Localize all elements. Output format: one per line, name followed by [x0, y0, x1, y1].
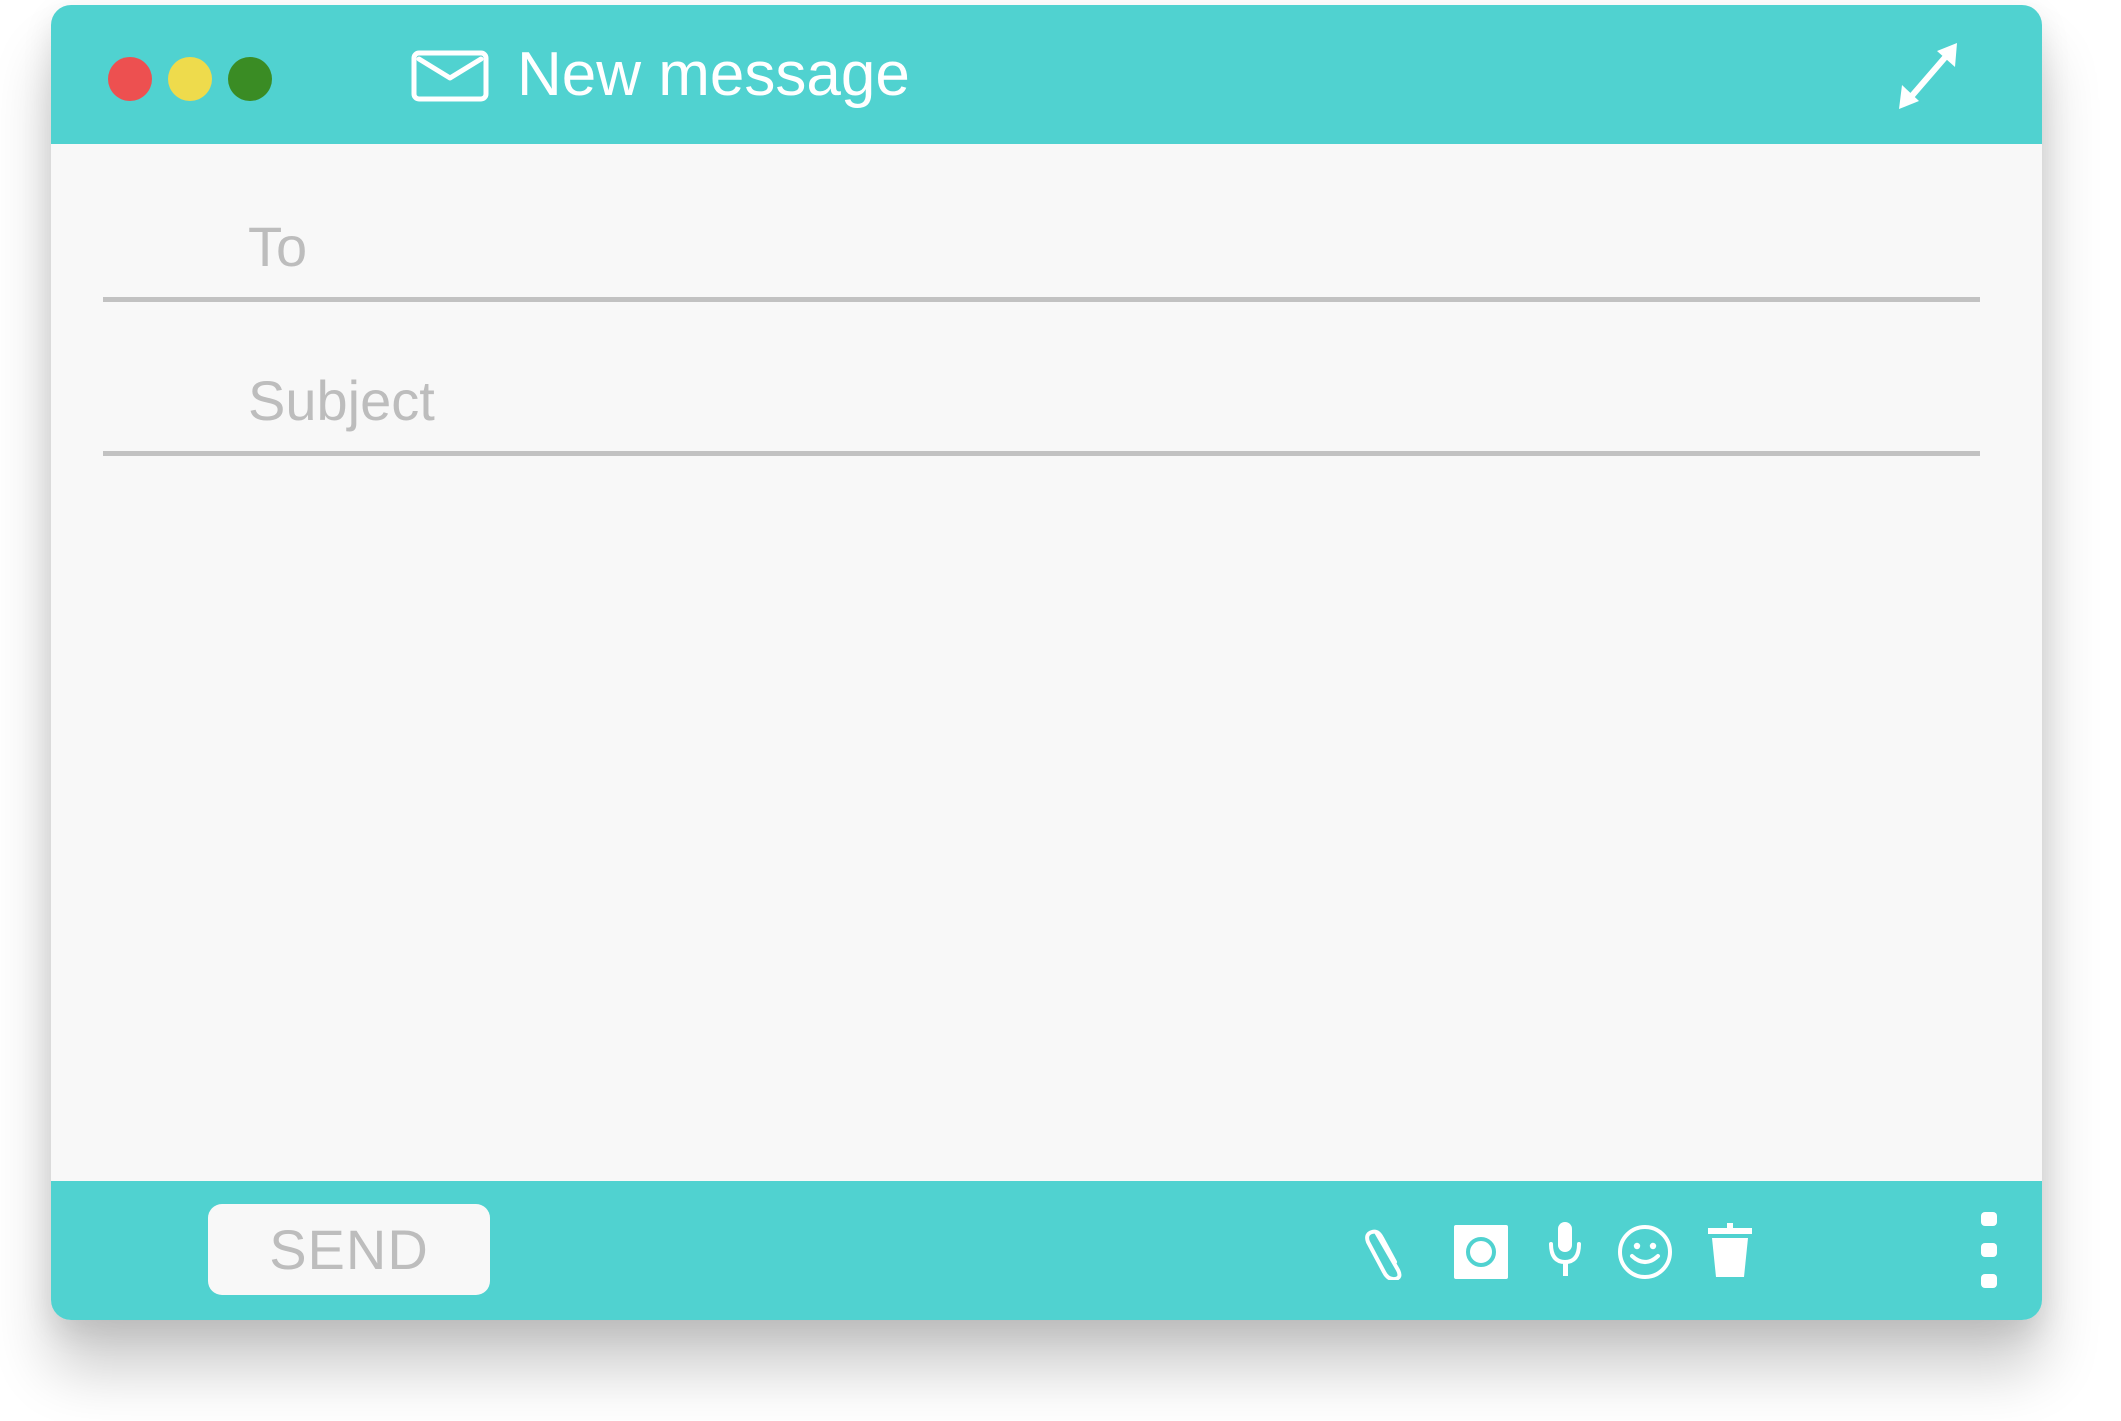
expand-icon[interactable]: [1897, 41, 1961, 111]
title-bar: New message: [51, 5, 2042, 144]
smiley-icon[interactable]: [1617, 1224, 1673, 1280]
more-vertical-icon[interactable]: [1981, 1212, 1997, 1288]
close-window-button[interactable]: [108, 57, 152, 101]
envelope-icon: [411, 50, 489, 102]
image-icon[interactable]: [1454, 1225, 1508, 1279]
subject-field[interactable]: Subject: [103, 297, 1980, 456]
maximize-window-button[interactable]: [228, 57, 272, 101]
compose-window: New message To Subject SEND: [51, 5, 2042, 1320]
paperclip-icon[interactable]: [1362, 1224, 1410, 1280]
trash-icon[interactable]: [1707, 1223, 1753, 1279]
send-button[interactable]: SEND: [208, 1204, 490, 1295]
to-placeholder: To: [248, 215, 308, 278]
subject-placeholder: Subject: [248, 369, 435, 432]
minimize-window-button[interactable]: [168, 57, 212, 101]
window-title: New message: [517, 40, 910, 109]
to-field[interactable]: To: [103, 145, 1980, 302]
microphone-icon[interactable]: [1548, 1222, 1582, 1278]
message-body[interactable]: [103, 465, 1980, 1165]
footer-toolbar: SEND: [51, 1181, 2042, 1320]
